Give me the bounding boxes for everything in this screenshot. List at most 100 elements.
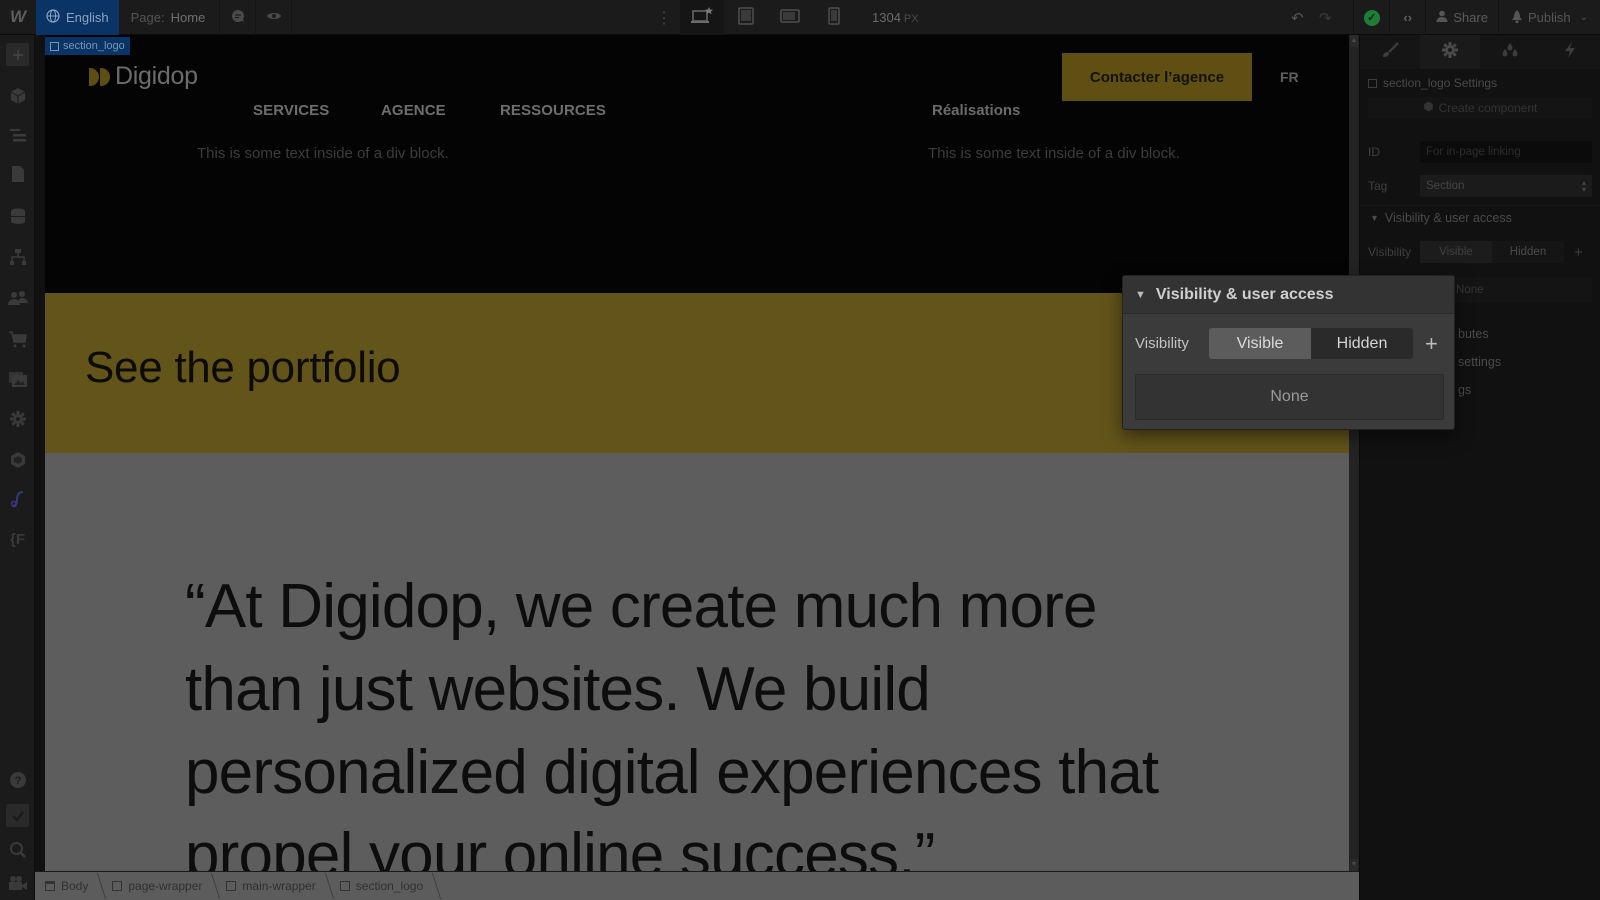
settings-gear-icon[interactable]: [6, 407, 29, 430]
svg-text:?: ?: [14, 775, 21, 787]
gear-icon: [1441, 41, 1459, 64]
contact-agency-button[interactable]: Contacter l’agence: [1062, 53, 1252, 101]
scroll-up-icon[interactable]: ▲: [1350, 35, 1358, 47]
div-block-text: This is some text inside of a div block.: [197, 145, 449, 162]
section-fragment[interactable]: gs: [1458, 383, 1471, 397]
popup-conditions-none[interactable]: None: [1135, 374, 1444, 420]
visibility-toggle: Visible Hidden: [1420, 241, 1564, 263]
share-button[interactable]: Share: [1425, 0, 1498, 35]
selected-element-name: section_logo: [63, 40, 125, 52]
custom-code-icon[interactable]: {F: [6, 528, 29, 551]
popup-visibility-label: Visibility: [1135, 335, 1189, 352]
help-icon[interactable]: ?: [6, 768, 29, 791]
custom-attributes-section-fragment[interactable]: butes: [1458, 327, 1489, 341]
rocket-icon: [1511, 9, 1523, 26]
breadcrumb-item-section-logo[interactable]: section_logo: [339, 879, 437, 893]
scroll-down-icon[interactable]: ▼: [1350, 859, 1358, 871]
finsweet-icon[interactable]: [6, 487, 29, 510]
add-elements-icon[interactable]: [6, 43, 29, 66]
right-settings-panel: section_logo Settings Create component I…: [1359, 35, 1600, 900]
canvas-scrollbar[interactable]: ▲ ▼: [1349, 35, 1359, 871]
id-row: ID For in-page linking: [1368, 141, 1592, 163]
logic-icon[interactable]: [6, 245, 29, 268]
element-box-icon: [1368, 78, 1377, 88]
language-switch[interactable]: FR: [1280, 69, 1299, 85]
section-logo[interactable]: section_logo Digidop SERVICES AGENCE RES…: [45, 35, 1349, 293]
ecommerce-cart-icon[interactable]: [6, 327, 29, 350]
add-condition-plus-icon[interactable]: +: [1425, 331, 1438, 357]
site-status[interactable]: ✓: [1353, 0, 1389, 35]
panel-tabs: [1360, 35, 1600, 69]
tab-settings[interactable]: [1420, 35, 1480, 69]
create-component-button[interactable]: Create component: [1368, 97, 1592, 119]
tag-select[interactable]: Section ▴ ▾: [1420, 175, 1592, 197]
site-logo[interactable]: Digidop: [89, 62, 198, 91]
hidden-option[interactable]: Hidden: [1492, 241, 1564, 263]
plus-icon[interactable]: +: [1574, 244, 1583, 261]
nav-link-agence[interactable]: AGENCE: [381, 102, 446, 119]
tablet-icon: [738, 7, 754, 28]
page-selector[interactable]: Page: Home: [119, 0, 221, 35]
users-icon[interactable]: [6, 286, 29, 309]
tab-style[interactable]: [1360, 35, 1420, 69]
breakpoint-desktop-button[interactable]: [680, 0, 724, 35]
laptop-star-icon: [690, 7, 714, 28]
nav-link-ressources[interactable]: RESSOURCES: [500, 102, 606, 119]
popup-header[interactable]: ▼ Visibility & user access: [1123, 276, 1454, 314]
navigator-icon[interactable]: [6, 123, 29, 146]
user-icon: [1436, 10, 1448, 25]
code-export-button[interactable]: ‹›: [1389, 0, 1425, 35]
tab-style-manager[interactable]: [1480, 35, 1540, 69]
publish-button[interactable]: Publish ⌄: [1497, 0, 1600, 35]
video-tutorials-icon[interactable]: [6, 871, 29, 894]
section-title: Visibility & user access: [1384, 210, 1512, 225]
breakpoint-mobile-landscape-button[interactable]: [768, 0, 812, 35]
settings-section-fragment[interactable]: settings: [1458, 355, 1501, 369]
comment-icon: [230, 8, 246, 27]
settings-title-text: section_logo Settings: [1383, 76, 1498, 90]
chevron-down-icon: ⌄: [1579, 12, 1588, 23]
topbar-right: ↶ ↷ ✓ ‹› Share Publish ⌄: [1283, 0, 1600, 35]
breakpoint-bar: ⋮ 1304 PX: [648, 0, 919, 35]
visibility-section-header[interactable]: ▼ Visibility & user access: [1360, 205, 1600, 229]
breadcrumb-item-main-wrapper[interactable]: main-wrapper: [226, 879, 329, 893]
breakpoint-tablet-button[interactable]: [724, 0, 768, 35]
audit-checkbox-icon[interactable]: [6, 804, 29, 827]
id-label: ID: [1368, 145, 1380, 159]
pages-icon[interactable]: [6, 162, 29, 185]
visible-option[interactable]: Visible: [1420, 241, 1492, 263]
tab-interactions[interactable]: [1540, 35, 1600, 69]
redo-button[interactable]: ↷: [1311, 0, 1339, 35]
design-canvas[interactable]: section_logo Digidop SERVICES AGENCE RES…: [45, 35, 1349, 871]
locale-switcher[interactable]: English: [36, 0, 119, 35]
nav-link-services[interactable]: SERVICES: [253, 102, 329, 119]
selected-element-label[interactable]: section_logo: [45, 37, 130, 55]
assets-icon[interactable]: [6, 367, 29, 390]
body-icon: [45, 881, 55, 891]
breakpoint-mobile-portrait-button[interactable]: [812, 0, 856, 35]
undo-button[interactable]: ↶: [1283, 0, 1311, 35]
comments-button[interactable]: [220, 0, 257, 35]
breadcrumb-item-page-wrapper[interactable]: page-wrapper: [112, 879, 216, 893]
nav-link-realisations[interactable]: Réalisations: [932, 102, 1020, 119]
element-box-icon: [50, 41, 59, 51]
search-icon[interactable]: [6, 838, 29, 861]
globe-icon: [46, 8, 60, 26]
apps-icon[interactable]: [6, 448, 29, 471]
left-toolbar: {F ?: [0, 35, 35, 900]
drops-icon: [1500, 42, 1520, 63]
webflow-logo[interactable]: W: [0, 0, 36, 35]
element-settings-title: section_logo Settings: [1368, 76, 1592, 90]
check-circle-icon: ✓: [1363, 9, 1380, 26]
visibility-popup: ▼ Visibility & user access Visibility Vi…: [1122, 275, 1455, 430]
components-icon[interactable]: [6, 84, 29, 107]
breadcrumb-item-body[interactable]: Body: [45, 879, 102, 893]
preview-button[interactable]: [256, 0, 293, 35]
popup-hidden-option[interactable]: Hidden: [1311, 328, 1413, 359]
popup-visible-option[interactable]: Visible: [1209, 328, 1311, 359]
more-breakpoints-icon[interactable]: ⋮: [648, 8, 680, 28]
id-input[interactable]: For in-page linking: [1420, 141, 1592, 163]
code-icon: ‹›: [1403, 10, 1413, 25]
div-block-text: This is some text inside of a div block.: [928, 145, 1180, 162]
cms-icon[interactable]: [6, 204, 29, 227]
